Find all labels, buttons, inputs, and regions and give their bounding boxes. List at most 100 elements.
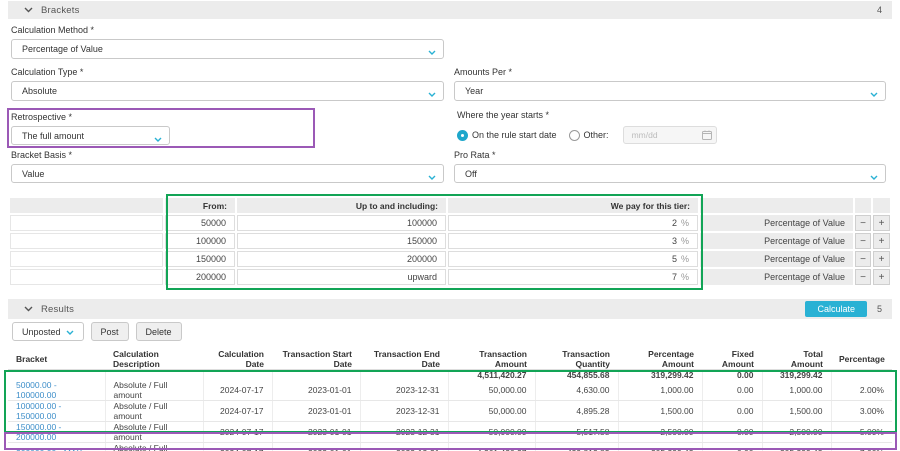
tier-from-cell[interactable]: 50000 <box>165 215 235 231</box>
col-bracket: Bracket <box>8 349 105 370</box>
bracket-link[interactable]: 100000.00 - 150000.00 <box>16 401 61 421</box>
tier-row: 150000 200000 5% Percentage of Value − + <box>10 251 890 267</box>
tier-pay-cell[interactable]: 7% <box>448 269 698 285</box>
retrospective-select[interactable]: The full amount <box>11 126 170 145</box>
tier-pay-cell[interactable]: 5% <box>448 251 698 267</box>
tier-upto-cell[interactable]: 150000 <box>237 233 446 249</box>
totals-empty-cell <box>105 369 204 380</box>
col-calculation-description: Calculation Description <box>105 349 203 370</box>
remove-tier-button[interactable]: − <box>855 269 871 285</box>
add-tier-button[interactable]: + <box>873 215 890 231</box>
percent-unit: % <box>680 236 689 246</box>
bracket-tiers-table: From: Up to and including: We pay for th… <box>8 196 892 287</box>
add-tier-button[interactable]: + <box>873 269 890 285</box>
retrospective-value: The full amount <box>22 130 85 141</box>
chevron-down-icon <box>24 306 33 312</box>
calculation-type-select[interactable]: Absolute <box>11 81 444 101</box>
unposted-filter-button[interactable]: Unposted <box>12 322 84 341</box>
post-button[interactable]: Post <box>90 322 129 341</box>
results-section-header[interactable]: Results Calculate 5 <box>8 299 892 319</box>
result-row: 200000.00 - MAX Absolute / Full amount 2… <box>8 442 892 451</box>
other-date-radio-label: Other: <box>583 130 609 140</box>
tier-upto-cell[interactable]: upward <box>237 269 446 285</box>
delete-button[interactable]: Delete <box>135 322 182 341</box>
cell-transaction-quantity: 5,517.58 <box>535 421 619 443</box>
brackets-section-header[interactable]: Brackets 4 <box>8 1 892 19</box>
remove-tier-button[interactable]: − <box>855 251 871 267</box>
cell-transaction-end-date: 2023-12-31 <box>360 400 449 422</box>
tier-from-cell[interactable]: 150000 <box>165 251 235 267</box>
bracket-link[interactable]: 50000.00 - 100000.00 <box>16 380 57 400</box>
cell-calculation-description: Absolute / Full amount <box>105 442 204 451</box>
cell-percentage-amount: 305,299.42 <box>618 442 703 451</box>
cell-transaction-start-date: 2023-01-01 <box>272 380 361 401</box>
calculate-button[interactable]: Calculate <box>805 301 867 317</box>
tier-name-cell <box>10 233 163 249</box>
pro-rata-select[interactable]: Off <box>454 164 886 183</box>
bracket-link[interactable]: 150000.00 - 200000.00 <box>16 422 61 442</box>
results-toolbar: Unposted Post Delete <box>12 322 182 341</box>
cell-calculation-date: 2024-07-17 <box>203 421 273 443</box>
result-row: 150000.00 - 200000.00 Absolute / Full am… <box>8 421 892 443</box>
totals-fixed-amount: 0.00 <box>702 369 763 380</box>
bracket-basis-select[interactable]: Value <box>11 164 444 183</box>
result-row: 50000.00 - 100000.00 Absolute / Full amo… <box>8 380 892 401</box>
cell-fixed-amount: 0.00 <box>702 442 763 451</box>
tier-pay-cell[interactable]: 3% <box>448 233 698 249</box>
cell-percentage: 2.00% <box>831 380 892 401</box>
remove-tier-button[interactable]: − <box>855 233 871 249</box>
pro-rata-field: Pro Rata * Off <box>454 150 886 183</box>
amounts-per-select[interactable]: Year <box>454 81 886 101</box>
tier-row: 200000 upward 7% Percentage of Value − + <box>10 269 890 285</box>
amounts-per-field: Amounts Per * Year <box>454 67 886 101</box>
cell-bracket: 200000.00 - MAX <box>8 442 106 451</box>
cell-bracket: 150000.00 - 200000.00 <box>8 421 106 443</box>
totals-empty-cell <box>203 369 273 380</box>
cell-bracket: 50000.00 - 100000.00 <box>8 380 106 401</box>
col-percentage-amount: Percentage Amount <box>618 349 702 370</box>
col-transaction-start-date: Transaction Start Date <box>272 349 360 370</box>
col-total-amount: Total Amount <box>762 349 831 370</box>
remove-tier-button[interactable]: − <box>855 215 871 231</box>
tier-from-cell[interactable]: 100000 <box>165 233 235 249</box>
cell-percentage-amount: 1,000.00 <box>618 380 703 401</box>
add-tier-button[interactable]: + <box>873 251 890 267</box>
where-year-starts-label: Where the year starts * <box>457 110 550 120</box>
calculation-method-field: Calculation Method * Percentage of Value <box>11 25 444 59</box>
cell-fixed-amount: 0.00 <box>702 421 763 443</box>
results-header-row: Bracket Calculation Description Calculat… <box>8 349 892 370</box>
totals-total-amount: 319,299.42 <box>762 369 832 380</box>
totals-empty-cell <box>272 369 361 380</box>
tiers-method-header <box>700 198 853 213</box>
tier-upto-cell[interactable]: 200000 <box>237 251 446 267</box>
bracket-basis-field: Bracket Basis * Value <box>11 150 444 183</box>
percent-unit: % <box>680 272 689 282</box>
cell-percentage-amount: 2,500.00 <box>618 421 703 443</box>
tier-from-cell[interactable]: 200000 <box>165 269 235 285</box>
col-transaction-end-date: Transaction End Date <box>360 349 448 370</box>
chevron-down-icon <box>428 89 436 99</box>
tier-upto-cell[interactable]: 100000 <box>237 215 446 231</box>
calculation-method-label: Calculation Method * <box>11 25 95 35</box>
brackets-count-badge: 4 <box>876 5 882 15</box>
tier-method-cell: Percentage of Value <box>700 215 853 231</box>
calculation-method-value: Percentage of Value <box>22 44 103 54</box>
cell-transaction-end-date: 2023-12-31 <box>360 442 449 451</box>
unposted-filter-label: Unposted <box>22 326 61 337</box>
tier-pay-value: 2 <box>671 218 677 228</box>
cell-transaction-end-date: 2023-12-31 <box>360 380 449 401</box>
rule-start-date-radio[interactable] <box>457 129 468 141</box>
col-fixed-amount: Fixed Amount <box>702 349 762 370</box>
other-date-radio[interactable] <box>568 129 580 141</box>
percent-unit: % <box>680 254 689 264</box>
add-tier-button[interactable]: + <box>873 233 890 249</box>
retrospective-field: Retrospective * The full amount <box>11 112 170 145</box>
pro-rata-label: Pro Rata * <box>454 150 496 160</box>
calculation-type-field: Calculation Type * Absolute <box>11 67 444 101</box>
tier-method-cell: Percentage of Value <box>700 269 853 285</box>
calendar-icon <box>701 130 712 142</box>
totals-empty-cell <box>360 369 449 380</box>
calculation-method-select[interactable]: Percentage of Value <box>11 39 444 59</box>
tier-pay-cell[interactable]: 2% <box>448 215 698 231</box>
cell-transaction-amount: 50,000.00 <box>448 421 536 443</box>
